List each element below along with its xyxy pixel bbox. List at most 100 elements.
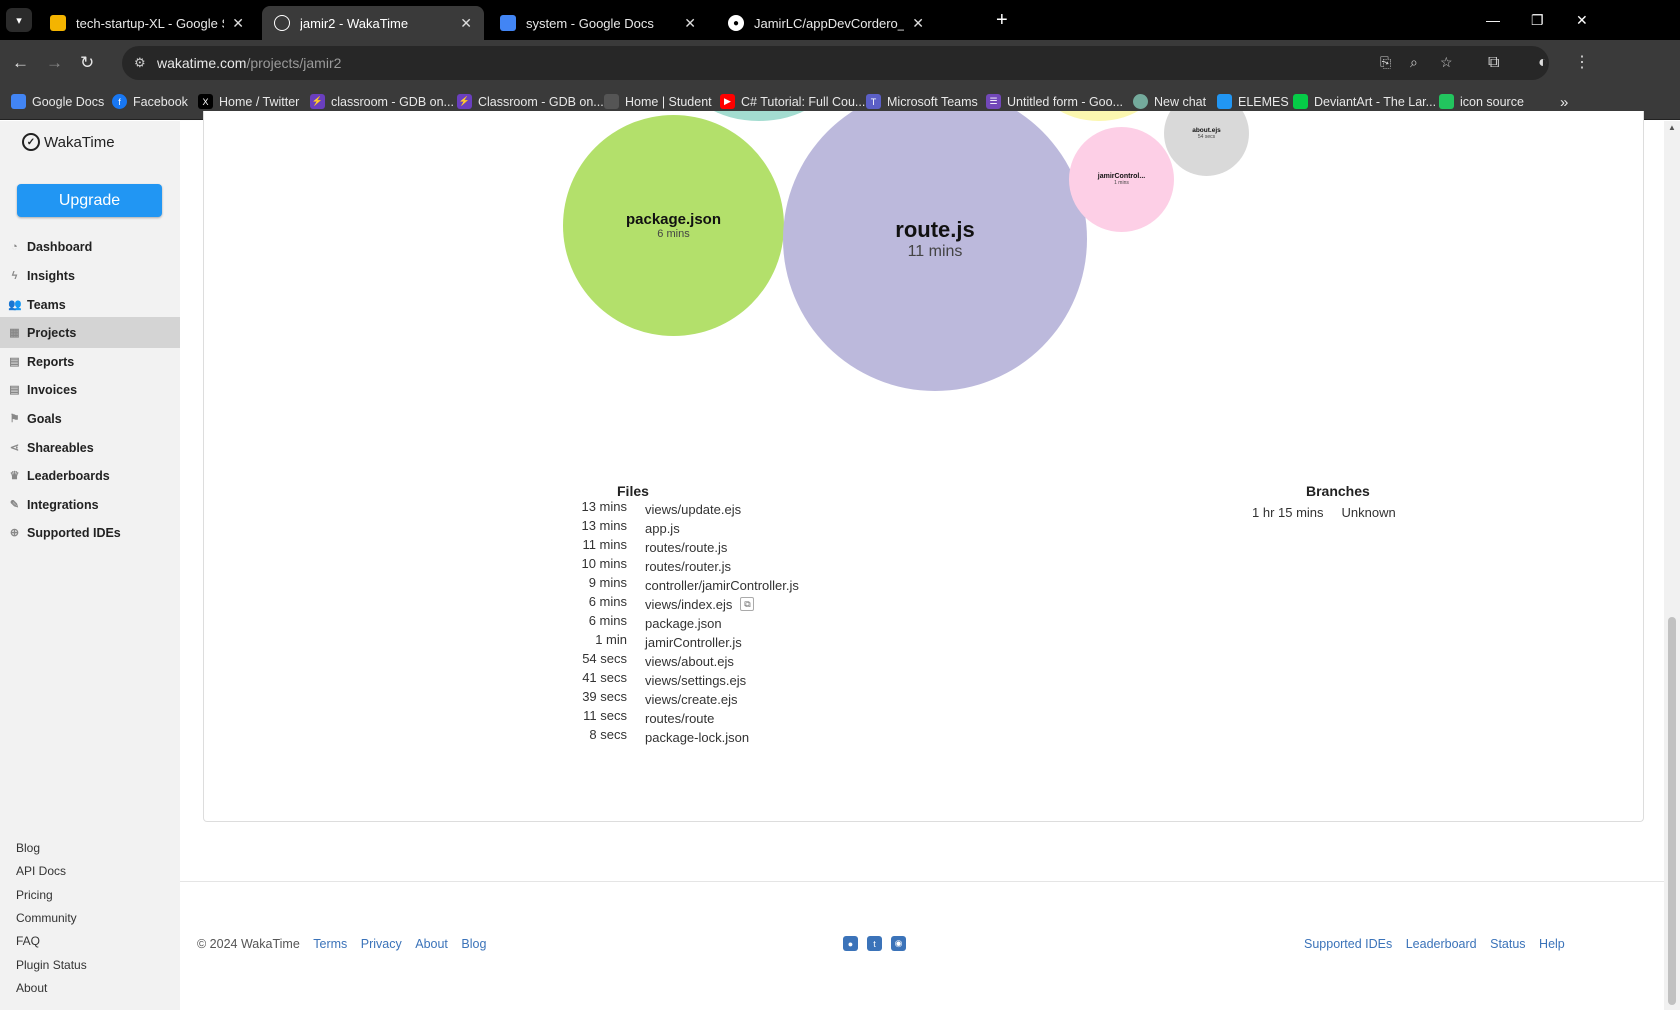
file-row: 9 mins controller/jamirController.js (588, 575, 799, 593)
browser-tab-strip: ▾ tech-startup-XL - Google Slides ✕ jami… (0, 0, 1680, 40)
tab-wakatime[interactable]: jamir2 - WakaTime ✕ (262, 6, 484, 40)
footer-link-supported-ides[interactable]: Supported IDEs (1304, 937, 1392, 951)
sidebar-item-teams[interactable]: 👥 Teams (0, 289, 180, 320)
wakatime-logo[interactable]: ✓ WakaTime (22, 133, 115, 151)
close-tab-icon[interactable]: ✕ (684, 15, 696, 32)
sidebar-link-api-docs[interactable]: API Docs (16, 864, 66, 878)
file-bubble-jamircontroller[interactable]: jamirControl... 1 mins (1069, 127, 1174, 232)
sidebar-item-shareables[interactable]: ⋖ Shareables (0, 432, 180, 463)
github-icon[interactable]: ● (843, 936, 858, 951)
file-row: 11 secs routes/route (583, 708, 715, 726)
bookmark-deviantart[interactable]: DeviantArt - The Lar... (1293, 94, 1436, 109)
file-row: 13 mins app.js (581, 518, 680, 536)
file-bubble-package-json[interactable]: package.json 6 mins (563, 115, 784, 336)
bookmark-icon-source[interactable]: icon source (1439, 94, 1524, 109)
teams-icon: T (866, 94, 881, 109)
file-row: 1 min jamirController.js (595, 632, 742, 650)
reddit-icon[interactable]: ◉ (891, 936, 906, 951)
bookmark-star-icon[interactable]: ☆ (1440, 54, 1453, 71)
github-icon: ● (728, 15, 744, 31)
bookmark-microsoft-teams[interactable]: T Microsoft Teams (866, 94, 978, 109)
file-bubble-about-ejs[interactable]: about.ejs 54 secs (1164, 111, 1249, 176)
footer-link-leaderboard[interactable]: Leaderboard (1406, 937, 1477, 951)
reload-icon[interactable]: ↻ (80, 52, 94, 74)
footer-link-blog[interactable]: Blog (461, 937, 486, 951)
scrollbar-thumb[interactable] (1668, 617, 1676, 1005)
page-scrollbar[interactable]: ▲ (1664, 121, 1680, 1010)
more-bookmarks-icon[interactable]: » (1560, 94, 1568, 111)
bookmark-classroom-gdb-1[interactable]: ⚡ classroom - GDB on... (310, 94, 454, 109)
sidebar-item-integrations[interactable]: ✎ Integrations (0, 489, 180, 520)
bookmark-elemes[interactable]: ELEMES (1217, 94, 1289, 109)
sidebar-link-plugin-status[interactable]: Plugin Status (16, 958, 87, 972)
close-tab-icon[interactable]: ✕ (232, 15, 244, 32)
sidebar-item-reports[interactable]: ▤ Reports (0, 346, 180, 377)
profile-avatar-icon[interactable]: ◐ (1538, 52, 1548, 74)
bookmark-csharp-tutorial[interactable]: ▶ C# Tutorial: Full Cou... (720, 94, 865, 109)
sidebar-link-community[interactable]: Community (16, 911, 77, 925)
sidebar-item-dashboard[interactable]: ◔ Dashboard (0, 231, 180, 262)
tab-google-docs[interactable]: system - Google Docs ✕ (488, 6, 708, 40)
file-row: 54 secs views/about.ejs (582, 651, 734, 669)
file-row: 11 mins routes/route.js (582, 537, 728, 555)
site-info-icon[interactable]: ⚙ (134, 55, 146, 71)
copy-icon[interactable]: ⧉ (740, 597, 755, 611)
file-bubble-route-js[interactable]: route.js 11 mins (783, 111, 1087, 391)
bookmark-classroom-gdb-2[interactable]: ⚡ Classroom - GDB on... (457, 94, 604, 109)
footer-link-about[interactable]: About (415, 937, 448, 951)
sidebar-item-invoices[interactable]: ▤ Invoices (0, 374, 180, 405)
sidebar-item-insights[interactable]: ϟ Insights (0, 260, 180, 291)
file-bubble-partial[interactable] (1034, 111, 1164, 121)
close-tab-icon[interactable]: ✕ (912, 15, 924, 32)
bolt-icon: ϟ (11, 269, 18, 282)
trophy-icon: ♛ (9, 470, 20, 482)
footer-link-status[interactable]: Status (1490, 937, 1525, 951)
sidebar-link-blog[interactable]: Blog (16, 841, 40, 855)
minimize-icon[interactable]: — (1486, 8, 1500, 32)
bookmark-twitter[interactable]: X Home / Twitter (198, 94, 299, 109)
menu-dots-icon[interactable]: ⋮ (1574, 52, 1590, 74)
sidebar-link-about[interactable]: About (16, 981, 47, 995)
google-slides-icon (50, 15, 66, 31)
footer-link-help[interactable]: Help (1539, 937, 1565, 951)
tab-title: jamir2 - WakaTime (300, 15, 409, 31)
address-bar[interactable]: ⚙ wakatime.com/projects/jamir2 ⎘ ⌕ ☆ (122, 46, 1549, 80)
tab-github[interactable]: ● JamirLC/appDevCordero_simple ✕ (716, 6, 936, 40)
file-row: 6 mins package.json (588, 613, 722, 631)
tab-search-button[interactable]: ▾ (6, 8, 32, 32)
sidebar-item-projects[interactable]: ▦ Projects (0, 317, 180, 348)
bookmark-untitled-form[interactable]: ☰ Untitled form - Goo... (986, 94, 1123, 109)
install-app-icon[interactable]: ⎘ (1380, 54, 1391, 71)
bookmark-new-chat[interactable]: New chat (1133, 94, 1206, 109)
close-window-icon[interactable]: ✕ (1576, 8, 1588, 32)
zoom-icon[interactable]: ⌕ (1410, 54, 1418, 71)
forward-icon[interactable]: → (46, 52, 63, 74)
bookmark-home-student[interactable]: Home | Student (604, 94, 712, 109)
tab-google-slides[interactable]: tech-startup-XL - Google Slides ✕ (38, 6, 256, 40)
bookmark-google-docs[interactable]: Google Docs (11, 94, 104, 109)
upgrade-button[interactable]: Upgrade (17, 184, 162, 217)
sidebar-link-faq[interactable]: FAQ (16, 934, 40, 948)
footer-link-privacy[interactable]: Privacy (361, 937, 402, 951)
new-tab-icon[interactable]: + (996, 8, 1008, 32)
sidebar-item-supported-ides[interactable]: ⊕ Supported IDEs (0, 517, 180, 548)
restore-icon[interactable]: ❐ (1531, 8, 1544, 32)
footer-link-terms[interactable]: Terms (313, 937, 347, 951)
url-text[interactable]: wakatime.com/projects/jamir2 (157, 55, 341, 71)
tab-title: tech-startup-XL - Google Slides (76, 15, 224, 31)
scroll-up-icon[interactable]: ▲ (1668, 123, 1676, 132)
bookmark-facebook[interactable]: f Facebook (112, 94, 188, 109)
document-icon: ▤ (9, 356, 20, 368)
sidebar-item-goals[interactable]: ⚑ Goals (0, 403, 180, 434)
main-content: package.json 6 mins route.js 11 mins jam… (180, 111, 1664, 1010)
invoice-icon: ▤ (9, 384, 20, 396)
branch-row: 1 hr 15 mins Unknown (1252, 505, 1396, 520)
flag-icon: ⚑ (9, 413, 20, 425)
sidebar-item-leaderboards[interactable]: ♛ Leaderboards (0, 460, 180, 491)
sidebar-link-pricing[interactable]: Pricing (16, 888, 53, 902)
share-icon: ⋖ (9, 442, 20, 454)
back-icon[interactable]: ← (12, 52, 29, 74)
extensions-icon[interactable]: ⧉ (1488, 52, 1499, 74)
twitter-icon[interactable]: t (867, 936, 882, 951)
close-tab-icon[interactable]: ✕ (460, 15, 472, 32)
